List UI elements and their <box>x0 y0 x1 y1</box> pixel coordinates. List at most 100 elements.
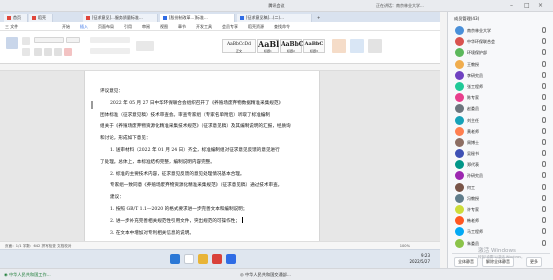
menu-file[interactable]: 三 文件 <box>5 22 18 31</box>
microphone-icon[interactable] <box>542 150 546 157</box>
paste-icon[interactable] <box>6 37 18 49</box>
tab-document-1[interactable]: [征求意见]...服务质量标准... <box>83 14 158 22</box>
new-tab-button[interactable]: + <box>314 14 324 22</box>
participant-name: 中华环保联合会 <box>467 39 495 45</box>
italic-icon[interactable] <box>44 48 52 56</box>
participant-row[interactable]: 冯教授 <box>452 193 552 204</box>
menu-member[interactable]: 会员专享 <box>222 22 238 31</box>
participant-row[interactable]: 中华环保联合会 <box>452 36 552 47</box>
participant-row[interactable]: 吴秘书 <box>452 148 552 159</box>
participant-row[interactable]: 黄老师 <box>452 126 552 137</box>
speaking-indicator: 正在讲话：南京林业大学... <box>376 3 424 8</box>
participant-row[interactable]: 刘主任 <box>452 115 552 126</box>
participant-row[interactable]: 陈专家 <box>452 92 552 103</box>
underline-icon[interactable] <box>54 48 62 56</box>
paragraph-icon[interactable] <box>136 41 154 51</box>
menu-chapter[interactable]: 章节 <box>178 22 186 31</box>
menu-dev-tools[interactable]: 开发工具 <box>196 22 212 31</box>
style-heading-2[interactable]: AaBbC 标题2 <box>280 39 304 53</box>
style-heading-3[interactable]: AaBbC 标题3 <box>303 39 325 53</box>
align-buttons[interactable] <box>90 48 130 54</box>
participant-row[interactable]: 环境保护部 <box>452 47 552 58</box>
microphone-icon[interactable] <box>542 94 546 101</box>
text-tools-icon[interactable] <box>332 39 346 53</box>
font-color-icon[interactable] <box>64 48 72 56</box>
participant-row[interactable]: 王教授 <box>452 59 552 70</box>
tab-docer[interactable]: 稻壳 <box>29 14 53 22</box>
microphone-icon[interactable] <box>542 161 546 168</box>
microphone-icon[interactable] <box>542 82 546 89</box>
participant-name: 刘主任 <box>467 117 479 123</box>
more-button[interactable]: 更多 <box>526 257 542 267</box>
document-body[interactable]: 评议意见： 2022 年 05 月 27 日中华环保联合会组织召开了《养殖场废弃… <box>100 86 305 239</box>
participant-row[interactable]: 许专家 <box>452 204 552 215</box>
participant-name: 环境保护部 <box>467 50 487 56</box>
start-icon[interactable] <box>170 254 180 264</box>
participant-row[interactable]: 李研究员 <box>452 70 552 81</box>
avatar <box>455 26 464 35</box>
pdf-icon <box>86 16 90 20</box>
participant-row[interactable]: 韩老师 <box>452 215 552 226</box>
participant-name: 王教授 <box>467 61 479 67</box>
style-heading-1[interactable]: AaBl 标题1 <box>257 39 279 53</box>
font-name-select[interactable] <box>34 37 64 43</box>
participant-row[interactable]: 周博士 <box>452 137 552 148</box>
participant-row[interactable]: 何工 <box>452 182 552 193</box>
cut-icon[interactable] <box>22 37 30 45</box>
tab-document-2[interactable]: [股份制改革...]标准... <box>160 14 235 22</box>
participant-row[interactable]: 马工程师 <box>452 226 552 237</box>
microphone-icon[interactable] <box>542 183 546 190</box>
menu-review[interactable]: 审阅 <box>142 22 150 31</box>
copy-icon[interactable] <box>22 48 30 56</box>
word-icon <box>163 16 167 20</box>
microphone-icon[interactable] <box>542 27 546 33</box>
microphone-icon[interactable] <box>542 239 546 246</box>
menu-docer[interactable]: 稻壳资源 <box>248 22 264 31</box>
maximize-icon[interactable]: □ <box>524 2 530 9</box>
bold-icon[interactable] <box>34 48 42 56</box>
microphone-icon[interactable] <box>542 172 546 179</box>
tab-home[interactable]: 首页 <box>4 14 28 22</box>
microphone-icon[interactable] <box>542 127 546 134</box>
microphone-icon[interactable] <box>542 60 546 67</box>
microphone-icon[interactable] <box>542 138 546 145</box>
font-size-select[interactable] <box>66 37 80 43</box>
microphone-icon[interactable] <box>542 217 546 224</box>
microphone-icon[interactable] <box>542 116 546 123</box>
mute-all-button[interactable]: 全体静音 <box>454 257 478 267</box>
menu-reference[interactable]: 引用 <box>124 22 132 31</box>
explorer-icon[interactable] <box>198 254 208 264</box>
docer-icon <box>32 16 36 20</box>
menu-view[interactable]: 视图 <box>160 22 168 31</box>
microphone-icon[interactable] <box>542 194 546 201</box>
meeting-icon[interactable] <box>226 254 236 264</box>
participant-name: 孙研究员 <box>467 173 483 179</box>
doc-line: 评议意见： <box>100 89 123 94</box>
select-icon[interactable] <box>368 39 382 53</box>
minimize-icon[interactable]: – <box>510 2 513 9</box>
microphone-icon[interactable] <box>542 71 546 78</box>
microphone-icon[interactable] <box>542 105 546 112</box>
menu-page-layout[interactable]: 页面布局 <box>98 22 114 31</box>
microphone-icon[interactable] <box>542 38 546 45</box>
style-normal[interactable]: AaBbCcDd 正文 <box>222 39 256 53</box>
menu-start[interactable]: 开始 <box>62 22 70 31</box>
participant-name: 南京林业大学 <box>467 28 491 33</box>
wps-icon[interactable] <box>212 254 222 264</box>
search-command[interactable]: 查找命令 <box>274 22 290 31</box>
participant-row[interactable]: 南京林业大学 <box>452 25 552 36</box>
microphone-icon[interactable] <box>542 49 546 56</box>
microphone-icon[interactable] <box>542 228 546 235</box>
list-buttons[interactable] <box>90 37 130 43</box>
avatar <box>455 37 464 47</box>
microphone-icon[interactable] <box>542 206 546 212</box>
participant-row[interactable]: 郑代表 <box>452 159 552 170</box>
participant-row[interactable]: 赵委员 <box>452 103 552 114</box>
participant-row[interactable]: 张工程师 <box>452 81 552 92</box>
tab-document-3[interactable]: [征求意见稿]...(二)... <box>237 14 312 22</box>
doc-line: 2. 进一步补充完善相关规范性引用文件，突出规范的可操作性； <box>100 216 305 228</box>
close-icon[interactable]: × <box>538 2 543 9</box>
search-icon[interactable] <box>184 254 194 264</box>
participant-row[interactable]: 孙研究员 <box>452 170 552 181</box>
find-replace-icon[interactable] <box>350 39 364 53</box>
